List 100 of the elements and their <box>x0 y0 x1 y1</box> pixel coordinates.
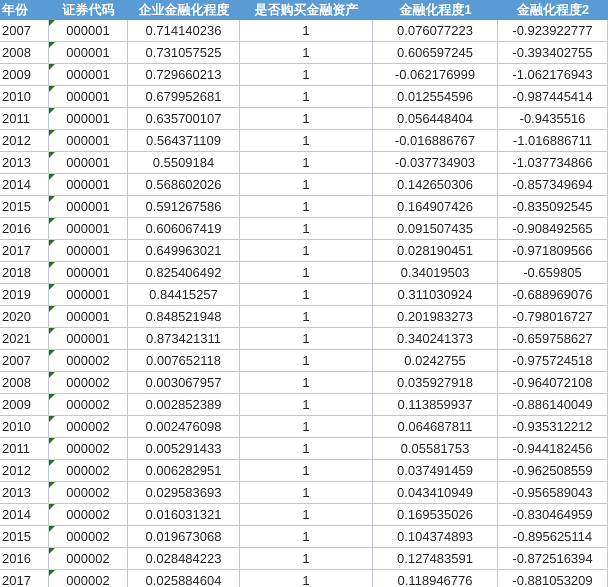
table-cell-text: 000001 <box>66 286 110 304</box>
table-cell-text: 0.34019503 <box>400 264 470 282</box>
column-header: 是否购买金融资产 <box>254 1 358 20</box>
table-cell-text: 1 <box>302 396 310 414</box>
table-cell-text: 0.606597245 <box>397 44 473 62</box>
table-cell-text: 0.003067957 <box>146 374 222 392</box>
table-cell-text: -1.062176943 <box>512 66 593 84</box>
table-cell-text: 0.012554596 <box>397 88 473 106</box>
table-cell-text: 1 <box>302 528 310 546</box>
table-cell-text: 1 <box>302 286 310 304</box>
table-cell-text: -0.935312212 <box>512 418 593 436</box>
table-cell-text: 0.142650306 <box>397 176 473 194</box>
table-cell-text: 0.002852389 <box>146 396 222 414</box>
table-cell-text: -0.688969076 <box>512 286 593 304</box>
table-cell-text: -0.987445414 <box>512 88 593 106</box>
table-cell-text: 2013 <box>2 484 31 502</box>
table-cell-text: 2011 <box>2 440 30 458</box>
table-cell-text: 1 <box>302 352 310 370</box>
table-cell-text: 000001 <box>66 264 110 282</box>
table-cell-text: 000001 <box>66 110 110 128</box>
table-cell-text: 2018 <box>2 264 31 282</box>
table-cell-text: -0.393402755 <box>512 44 593 62</box>
table-cell-text: 1 <box>302 110 310 128</box>
table-cell-text: 2009 <box>2 66 31 84</box>
table-cell-text: 0.006282951 <box>146 462 222 480</box>
table-cell-text: 0.0242755 <box>404 352 466 370</box>
table-cell-text: 0.568602026 <box>146 176 222 194</box>
table-cell-text: 0.5509184 <box>152 154 214 172</box>
table-cell-text: 0.729660213 <box>146 66 222 84</box>
table-cell-text: 0.104374893 <box>397 528 473 546</box>
table-cell-text: 0.016031321 <box>146 506 222 524</box>
table-cell-text: 2015 <box>2 528 31 546</box>
table-cell-text: -0.659805 <box>523 264 582 282</box>
table-cell-text: 000002 <box>66 462 110 480</box>
table-cell-text: 0.169535026 <box>397 506 473 524</box>
table-cell-text: 0.028190451 <box>397 242 473 260</box>
table-cell-text: 1 <box>302 418 310 436</box>
table-cell-text: -0.975724518 <box>512 352 593 370</box>
table-cell-text: 2016 <box>2 220 31 238</box>
table-cell-text: 0.649963021 <box>146 242 222 260</box>
table-cell-text: 000001 <box>66 154 110 172</box>
column-header: 证券代码 <box>62 1 114 20</box>
table-cell-text: 2012 <box>2 132 31 150</box>
table-cell-text: 000001 <box>66 220 110 238</box>
table-cell-text: 000001 <box>66 66 110 84</box>
table-cell-text: 0.848521948 <box>146 308 222 326</box>
table-cell-text: -0.944182456 <box>512 440 593 458</box>
table-cell-text: 000001 <box>66 88 110 106</box>
table-cell-text: 2021 <box>2 330 31 348</box>
table-cell-text: 000002 <box>66 550 110 568</box>
table-cell-text: 2007 <box>2 352 31 370</box>
table-cell-text: 1 <box>302 550 310 568</box>
table-cell-text: 2012 <box>2 462 31 480</box>
table-cell-text: 1 <box>302 44 310 62</box>
table-cell-text: 2019 <box>2 286 31 304</box>
table-cell-text: 000002 <box>66 418 110 436</box>
table-cell-text: 2017 <box>2 242 31 260</box>
table-cell-text: 0.005291433 <box>146 440 222 458</box>
table-cell-text: 000002 <box>66 440 110 458</box>
table-cell-text: 0.028484223 <box>146 550 222 568</box>
table-cell-text: 0.025884604 <box>146 572 222 587</box>
table-cell-text: -0.830464959 <box>512 506 593 524</box>
table-cell-text: 0.118946776 <box>398 572 472 587</box>
table-cell-text: 0.679952681 <box>146 88 222 106</box>
table-cell-text: 000001 <box>66 198 110 216</box>
table-cell-text: 0.091507435 <box>397 220 473 238</box>
table-cell-text: 000002 <box>66 506 110 524</box>
table-cell-text: -0.037734903 <box>394 154 476 172</box>
table-cell-text: 2008 <box>2 374 31 392</box>
table-cell-text: -0.886140049 <box>512 396 593 414</box>
table-cell-text: 1 <box>302 484 310 502</box>
table-cell-text: -0.9435516 <box>520 110 586 128</box>
table-cell-text: -0.016886767 <box>394 132 476 150</box>
table-cell-text: -0.971809566 <box>512 242 593 260</box>
table-cell-text: 2020 <box>2 308 31 326</box>
table-cell-text: 2016 <box>2 550 31 568</box>
table-cell-text: -1.016886711 <box>512 132 592 150</box>
table-cell-text: 0.731057525 <box>146 44 222 62</box>
table-cell-text: -0.895625114 <box>512 528 592 546</box>
table-cell-text: 0.84415257 <box>149 286 218 304</box>
column-header: 金融化程度2 <box>516 1 590 20</box>
table-cell-text: -0.062176999 <box>394 66 476 84</box>
table-cell-text: -0.857349694 <box>512 176 593 194</box>
table-cell-text: 0.591267586 <box>146 198 222 216</box>
table-cell-text: 000002 <box>66 396 110 414</box>
table-cell-text: 2011 <box>2 110 30 128</box>
table-cell-text: 1 <box>302 572 310 587</box>
table-cell-text: 0.076077223 <box>397 22 473 40</box>
table-cell-text: 0.007652118 <box>146 352 221 370</box>
table-cell-text: 000001 <box>66 132 110 150</box>
table-cell-text: -0.659758627 <box>512 330 593 348</box>
table-cell-text: 0.019673068 <box>146 528 222 546</box>
table-cell-text: 1 <box>302 220 310 238</box>
table-cell-text: 1 <box>302 440 310 458</box>
table-cell-text: 000001 <box>66 44 110 62</box>
table-cell-text: 000001 <box>66 242 110 260</box>
table-cell-text: 1 <box>302 22 310 40</box>
table-cell-text: 1 <box>302 198 310 216</box>
table-cell-text: 1 <box>302 176 310 194</box>
table-cell-text: -0.956589043 <box>512 484 593 502</box>
